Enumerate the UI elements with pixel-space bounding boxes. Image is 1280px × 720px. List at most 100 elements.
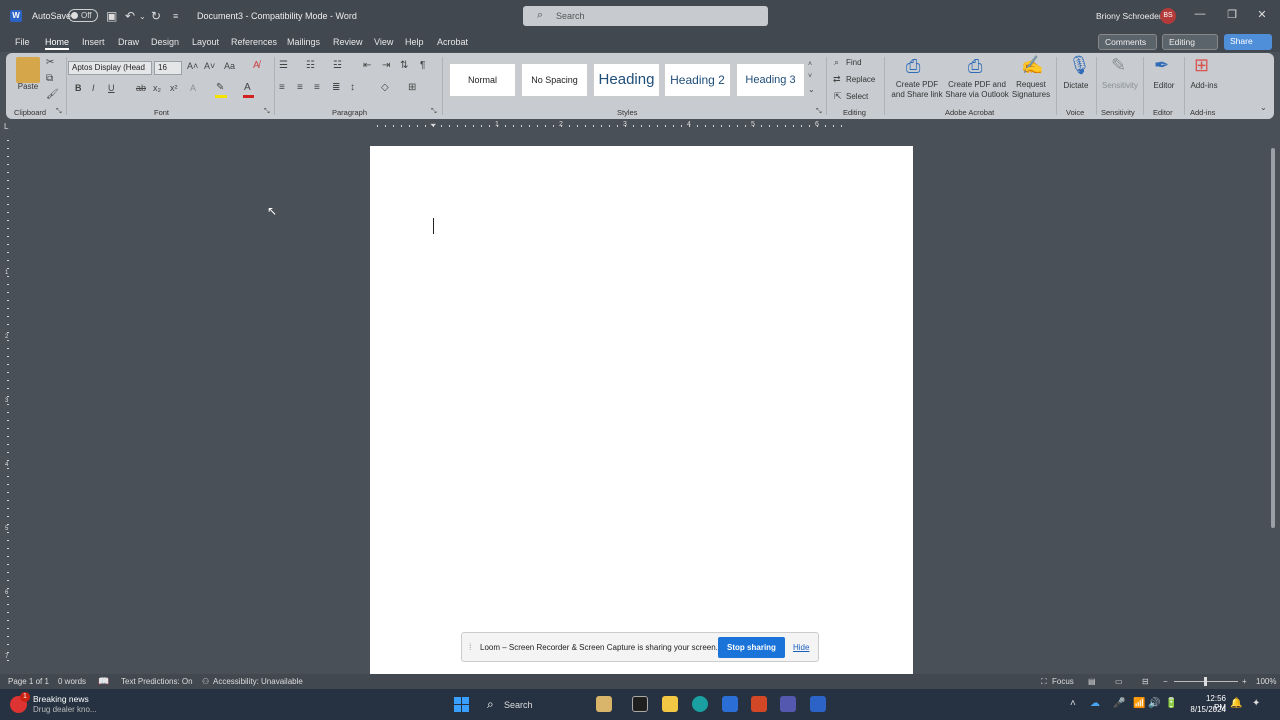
styles-launcher-icon[interactable]: ⤡ (816, 108, 822, 116)
editor-icon[interactable]: ✒ (1154, 55, 1169, 76)
sensitivity-button-label[interactable]: Sensitivity (1098, 81, 1142, 91)
collapse-ribbon-icon[interactable]: ⌄ (1260, 103, 1267, 112)
create-pdf-share-link-label-1[interactable]: Create PDF (888, 80, 946, 90)
drag-handle-icon[interactable]: ⁞ (469, 642, 472, 652)
horizontal-ruler[interactable]: 1 2 3 4 5 6 ⏷ (370, 121, 913, 131)
notification-bell-icon[interactable]: 🔔 (1230, 698, 1242, 709)
tab-layout[interactable]: Layout (192, 37, 219, 47)
powerpoint-icon[interactable] (751, 696, 767, 712)
tab-review[interactable]: Review (333, 37, 363, 47)
subscript-icon[interactable]: x₂ (153, 83, 161, 93)
tab-home[interactable]: Home (45, 37, 69, 47)
tab-insert[interactable]: Insert (82, 37, 105, 47)
read-mode-icon[interactable]: ▤ (1088, 677, 1096, 686)
font-name-select[interactable]: Aptos Display (Head (68, 61, 152, 75)
document-page[interactable] (370, 146, 913, 674)
indent-marker-icon[interactable]: ⏷ (430, 121, 436, 131)
share-button[interactable]: Share (1224, 34, 1272, 50)
accessibility-status[interactable]: Accessibility: Unavailable (213, 677, 303, 686)
create-pdf-outlook-icon[interactable]: ⎙ (968, 56, 982, 77)
find-button[interactable]: Find (846, 58, 862, 67)
underline-icon[interactable]: U (108, 83, 115, 93)
replace-icon[interactable]: ⇄ (833, 74, 841, 85)
shading-icon[interactable]: ◇ (381, 82, 389, 93)
shrink-font-icon[interactable]: A˅ (204, 61, 215, 71)
zoom-slider-thumb[interactable] (1204, 677, 1207, 686)
clipboard-launcher-icon[interactable]: ⤡ (56, 108, 62, 116)
battery-icon[interactable]: 🔋 (1165, 698, 1177, 709)
print-layout-icon[interactable]: ▭ (1115, 677, 1123, 686)
onedrive-icon[interactable]: ☁ (1090, 698, 1100, 709)
decrease-indent-icon[interactable]: ⇤ (363, 60, 371, 71)
request-signatures-label-1[interactable]: Request (1010, 80, 1052, 90)
file-explorer-icon[interactable] (662, 696, 678, 712)
highlight-icon[interactable]: ✎ (216, 82, 224, 93)
customize-toolbar-icon[interactable]: ≡ (173, 11, 178, 21)
tab-references[interactable]: References (231, 37, 277, 47)
redo-icon[interactable]: ↻ (151, 9, 161, 23)
avatar[interactable]: BS (1160, 8, 1176, 24)
font-color-icon[interactable]: A (244, 82, 251, 93)
increase-indent-icon[interactable]: ⇥ (382, 60, 390, 71)
word-count[interactable]: 0 words (58, 677, 86, 686)
taskbar-search-label[interactable]: Search (504, 700, 533, 710)
create-pdf-share-link-label-2[interactable]: and Share link (888, 90, 946, 100)
stop-sharing-button[interactable]: Stop sharing (718, 637, 785, 658)
close-icon[interactable]: ✕ (1252, 8, 1272, 21)
vertical-scrollbar[interactable] (1270, 140, 1276, 670)
show-hidden-icons-icon[interactable]: ˄ (1070, 698, 1076, 709)
justify-icon[interactable]: ≣ (332, 82, 340, 93)
save-icon[interactable]: ▣ (106, 9, 117, 23)
show-formatting-icon[interactable]: ¶ (420, 60, 425, 71)
minimize-icon[interactable]: — (1190, 8, 1210, 20)
styles-scroll-down-icon[interactable]: ˅ (808, 73, 812, 80)
task-view-icon[interactable] (632, 696, 648, 712)
tab-view[interactable]: View (374, 37, 393, 47)
zoom-in-icon[interactable]: + (1242, 677, 1247, 686)
vertical-ruler[interactable]: 1 2 3 4 5 6 7 (5, 140, 11, 670)
font-launcher-icon[interactable]: ⤡ (264, 108, 270, 116)
copy-icon[interactable]: ⧉ (46, 73, 53, 84)
add-ins-icon[interactable]: ⊞ (1194, 55, 1209, 76)
microphone-icon[interactable]: 🎙 (1068, 55, 1091, 76)
numbering-icon[interactable]: ☷ (306, 60, 315, 71)
cut-icon[interactable]: ✂ (46, 57, 54, 68)
style-normal[interactable]: Normal (449, 63, 516, 97)
tab-draw[interactable]: Draw (118, 37, 139, 47)
paragraph-launcher-icon[interactable]: ⤡ (431, 108, 437, 116)
user-name[interactable]: Briony Schroeder (1096, 11, 1162, 21)
style-heading-2[interactable]: Heading 2 (664, 63, 731, 97)
strikethrough-icon[interactable]: ab (136, 83, 146, 93)
bullets-icon[interactable]: ☰ (279, 60, 288, 71)
style-no-spacing[interactable]: No Spacing (521, 63, 588, 97)
align-right-icon[interactable]: ≡ (314, 82, 320, 93)
undo-dropdown-icon[interactable]: ⌄ (139, 12, 146, 21)
sort-icon[interactable]: ⇅ (400, 60, 408, 71)
request-signatures-icon[interactable]: ✍ (1021, 55, 1043, 76)
news-title[interactable]: Breaking news (33, 694, 89, 704)
align-left-icon[interactable]: ≡ (279, 82, 285, 93)
styles-scroll-up-icon[interactable]: ˄ (808, 61, 812, 68)
autosave-toggle[interactable]: Off (68, 9, 98, 22)
editor-button-label[interactable]: Editor (1147, 81, 1181, 91)
grow-font-icon[interactable]: A˄ (187, 61, 198, 71)
create-pdf-outlook-label-2[interactable]: Share via Outlook (944, 90, 1010, 100)
clock-date[interactable]: 8/15/2024 (1186, 705, 1226, 714)
teams-icon[interactable] (780, 696, 796, 712)
format-painter-icon[interactable]: 🖌 (46, 89, 59, 100)
paste-icon[interactable] (16, 57, 40, 83)
align-center-icon[interactable]: ≡ (297, 82, 303, 93)
store-icon[interactable] (722, 696, 738, 712)
search-box[interactable]: ⌕ Search (523, 6, 768, 26)
create-pdf-outlook-label-1[interactable]: Create PDF and (944, 80, 1010, 90)
word-taskbar-icon[interactable] (810, 696, 826, 712)
text-effects-icon[interactable]: A (190, 83, 196, 93)
start-button[interactable] (454, 697, 470, 713)
copilot-icon[interactable]: ✦ (1252, 698, 1260, 709)
tab-mailings[interactable]: Mailings (287, 37, 320, 47)
tab-help[interactable]: Help (405, 37, 424, 47)
change-case-icon[interactable]: Aa (224, 61, 235, 71)
page-count[interactable]: Page 1 of 1 (8, 677, 49, 686)
edge-icon[interactable] (692, 696, 708, 712)
multilevel-list-icon[interactable]: ☳ (333, 60, 342, 71)
